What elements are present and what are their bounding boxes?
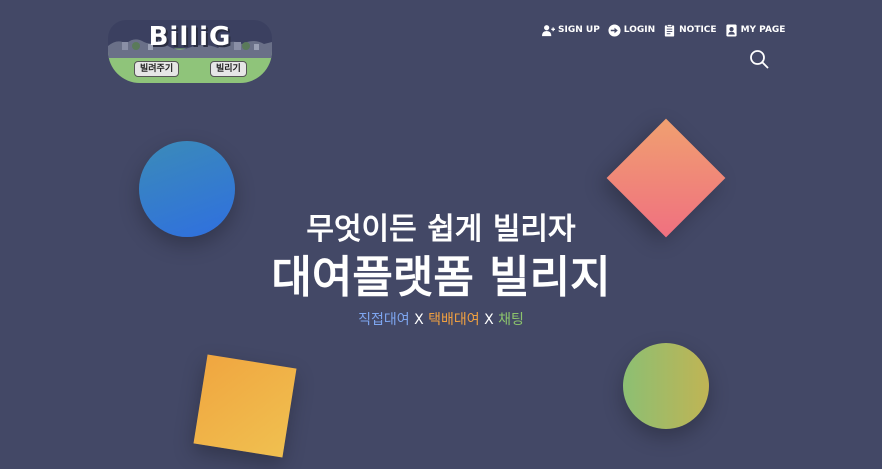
orange-square-decoration	[193, 354, 297, 458]
green-circle-decoration	[623, 343, 709, 429]
notice-label: NOTICE	[679, 25, 717, 35]
sign-up-link[interactable]: SIGN UP	[542, 24, 600, 37]
top-nav: SIGN UP LOGIN NOTICE MY PAGE	[542, 22, 785, 38]
search-button[interactable]	[749, 49, 769, 69]
my-page-link[interactable]: MY PAGE	[725, 23, 786, 37]
user-plus-icon	[542, 24, 555, 36]
page: BilliG 빌려주기 빌리기 SIGN UP LOGIN NOTICE MY …	[0, 0, 882, 469]
hero-title: 대여플랫폼 빌리지	[271, 252, 611, 303]
logo[interactable]: BilliG 빌려주기 빌리기	[108, 20, 272, 83]
tag-separator: X	[414, 312, 429, 328]
logo-text: BilliG	[148, 22, 232, 52]
hero-subtitle: 무엇이든 쉽게 빌리자	[306, 212, 576, 247]
login-label: LOGIN	[623, 25, 656, 35]
login-link[interactable]: LOGIN	[608, 23, 656, 37]
borrow-button[interactable]: 빌리기	[210, 61, 247, 77]
tag-separator: X	[484, 312, 499, 328]
tag-chat: 채팅	[498, 312, 524, 328]
hero: 무엇이든 쉽게 빌리자 대여플랫폼 빌리지 직접대여 X 택배대여 X 채팅	[0, 210, 882, 330]
login-arrow-icon	[608, 23, 621, 37]
hero-tags: 직접대여 X 택배대여 X 채팅	[0, 310, 882, 330]
sign-up-label: SIGN UP	[558, 25, 600, 35]
user-card-icon	[725, 23, 737, 37]
lend-button[interactable]: 빌려주기	[134, 61, 180, 77]
search-icon	[750, 50, 769, 69]
tag-direct-rental: 직접대여	[358, 312, 410, 328]
notice-link[interactable]: NOTICE	[663, 23, 717, 37]
tag-delivery-rental: 택배대여	[428, 312, 480, 328]
clipboard-icon	[664, 23, 675, 37]
my-page-label: MY PAGE	[740, 25, 786, 35]
